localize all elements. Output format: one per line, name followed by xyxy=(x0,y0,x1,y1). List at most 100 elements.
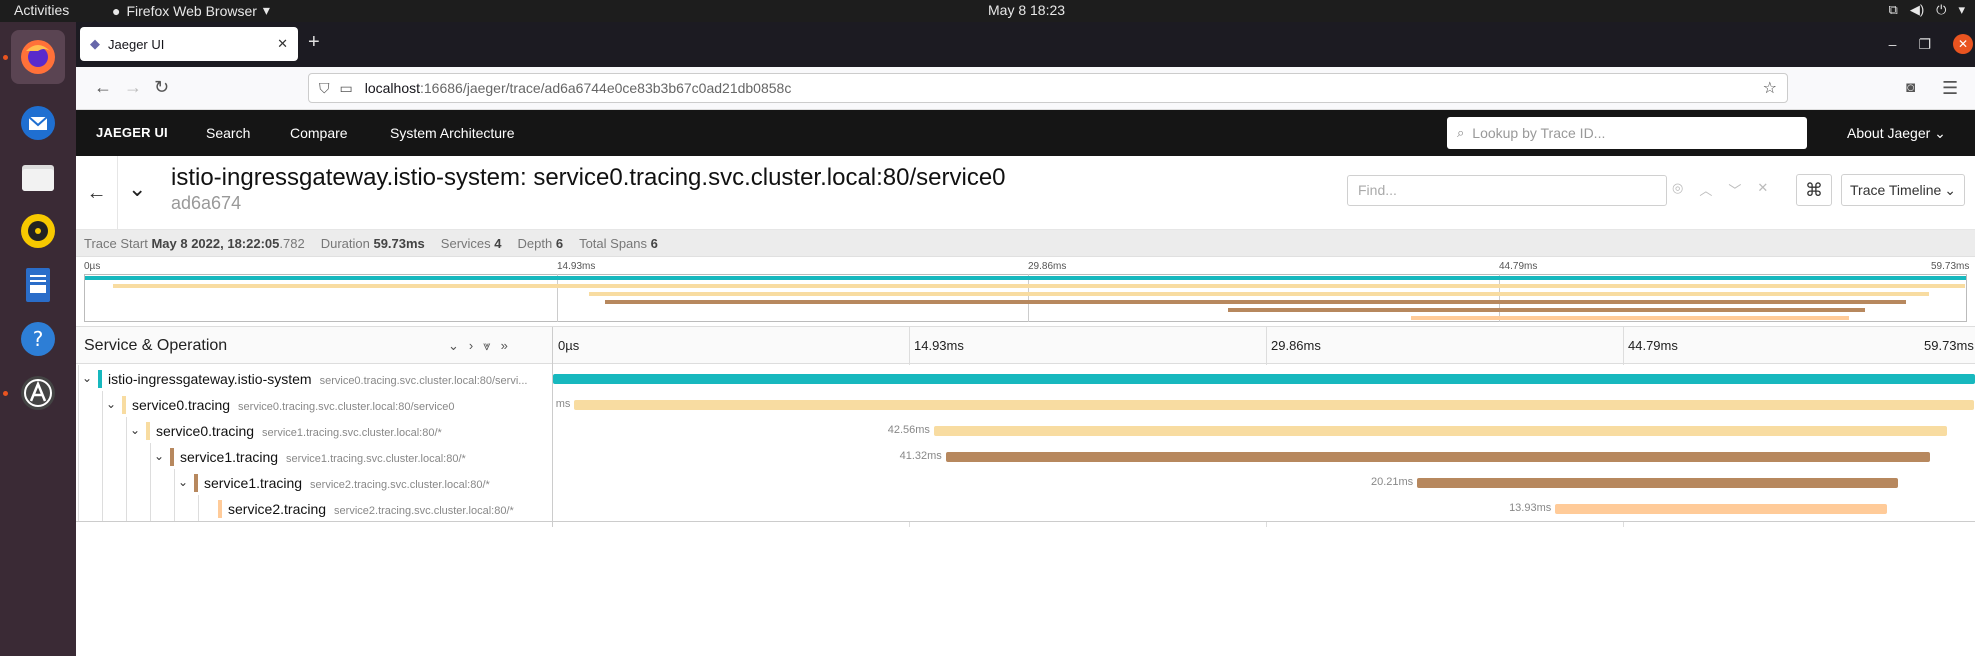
span-row[interactable]: ⌄ service1.tracing service2.tracing.svc.cl… xyxy=(76,469,1975,497)
about-label: About Jaeger xyxy=(1847,125,1931,141)
span-label[interactable]: service0.tracing service1.tracing.svc.clu… xyxy=(156,423,442,439)
timeline-tick: 14.93ms xyxy=(914,338,964,353)
chevron-down-icon: ▾ xyxy=(262,2,270,18)
collapse-all-icon[interactable]: » xyxy=(501,338,508,354)
trace-id-lookup-input[interactable]: ⌕ Lookup by Trace ID... xyxy=(1447,117,1807,149)
activities-button[interactable]: Activities xyxy=(14,2,69,18)
expand-all-icon[interactable]: ⩔ xyxy=(483,338,490,354)
span-bar[interactable] xyxy=(933,426,1948,436)
span-label[interactable]: service2.tracing service2.tracing.svc.clu… xyxy=(228,501,514,517)
forward-icon[interactable]: → xyxy=(124,77,142,98)
collapse-one-icon[interactable]: ⌄ xyxy=(448,338,459,354)
expand-chevron-icon[interactable]: ⌄ xyxy=(154,449,164,463)
nav-bar: ← → ↻ ⛉ ▭ localhost:16686/jaeger/trace/a… xyxy=(76,67,1975,110)
minimize-icon[interactable]: – xyxy=(1889,36,1897,52)
minimap-tick: 59.73ms xyxy=(1931,261,1970,272)
minimap-span-bar xyxy=(1228,308,1865,312)
trace-meta: Trace Start May 8 2022, 18:22:05.782 Dur… xyxy=(76,230,1975,257)
minimap-tick: 0µs xyxy=(84,261,101,272)
expand-chevron-icon[interactable]: ⌄ xyxy=(106,397,116,411)
system-tray[interactable]: ⧉ ◀) ⏻ ▾ xyxy=(1889,2,1965,18)
jaeger-brand[interactable]: JAEGER UI xyxy=(96,125,168,140)
power-icon: ⏻ xyxy=(1936,2,1947,17)
view-mode-dropdown[interactable]: Trace Timeline ⌄ xyxy=(1841,174,1965,206)
minimap-viewport[interactable] xyxy=(84,274,1967,322)
menu-icon[interactable]: ☰ xyxy=(1942,78,1958,99)
span-label[interactable]: service1.tracing service2.tracing.svc.clu… xyxy=(204,475,490,491)
span-label[interactable]: istio-ingressgateway.istio-system service… xyxy=(108,371,527,387)
expand-chevron-icon[interactable]: ⌄ xyxy=(82,371,92,385)
url-bar[interactable]: ⛉ ▭ localhost:16686/jaeger/trace/ad6a674… xyxy=(308,73,1788,103)
span-bar[interactable] xyxy=(1417,478,1899,488)
span-row[interactable]: ⌄ service0.tracing service0.tracing.svc.cl… xyxy=(76,391,1975,419)
trace-title: istio-ingressgateway.istio-system: servi… xyxy=(171,164,1006,191)
expand-one-icon[interactable]: › xyxy=(469,338,473,354)
span-row[interactable]: ⌄ service1.tracing service1.tracing.svc.cl… xyxy=(76,443,1975,471)
writer-dock-icon[interactable] xyxy=(11,258,65,312)
span-operation: service2.tracing.svc.cluster.local:80/* xyxy=(310,479,490,491)
span-operation: service0.tracing.svc.cluster.local:80/se… xyxy=(238,401,455,413)
span-bar[interactable] xyxy=(553,374,1975,384)
span-row[interactable]: service2.tracing service2.tracing.svc.clu… xyxy=(76,495,1975,523)
minimap-tick: 44.79ms xyxy=(1499,261,1538,272)
span-bar[interactable] xyxy=(945,452,1930,462)
find-input[interactable]: Find... xyxy=(1347,175,1667,206)
trace-minimap[interactable]: 0µs 14.93ms 29.86ms 44.79ms 59.73ms xyxy=(76,257,1975,327)
minimap-span-bar xyxy=(113,284,1966,288)
url-host: localhost xyxy=(364,80,420,96)
span-label[interactable]: service0.tracing service0.tracing.svc.clu… xyxy=(132,397,454,413)
clock[interactable]: May 8 18:23 xyxy=(988,2,1065,18)
locate-icon[interactable]: ◎ xyxy=(1672,180,1683,199)
span-label[interactable]: service1.tracing service1.tracing.svc.clu… xyxy=(180,449,466,465)
tab-jaeger[interactable]: ◆ Jaeger UI ✕ xyxy=(80,27,298,61)
span-row[interactable]: ⌄ istio-ingressgateway.istio-system servic… xyxy=(76,365,1975,393)
back-arrow-icon[interactable]: ← xyxy=(76,156,118,230)
close-tab-icon[interactable]: ✕ xyxy=(277,36,288,52)
view-mode-label: Trace Timeline xyxy=(1850,182,1942,198)
about-jaeger-menu[interactable]: About Jaeger ⌄ xyxy=(1847,125,1946,142)
span-row[interactable]: ⌄ service0.tracing service1.tracing.svc.cl… xyxy=(76,417,1975,445)
span-duration-label: 41.32ms xyxy=(899,450,942,462)
nav-search[interactable]: Search xyxy=(206,125,250,141)
new-tab-button[interactable]: + xyxy=(308,31,320,54)
span-service: service0.tracing xyxy=(132,397,231,413)
timeline-tick: 59.73ms xyxy=(1924,338,1974,353)
help-dock-icon[interactable]: ? xyxy=(11,312,65,366)
expand-chevron-icon[interactable]: ⌄ xyxy=(130,423,140,437)
nav-system-architecture[interactable]: System Architecture xyxy=(390,125,515,141)
tab-bar: ◆ Jaeger UI ✕ + – ❐ ✕ xyxy=(76,22,1975,67)
nav-compare[interactable]: Compare xyxy=(290,125,348,141)
span-operation: service0.tracing.svc.cluster.local:80/se… xyxy=(319,375,528,387)
reload-icon[interactable]: ↻ xyxy=(154,77,169,98)
software-updater-dock-icon[interactable] xyxy=(11,366,65,420)
firefox-dock-icon[interactable] xyxy=(11,30,65,84)
back-icon[interactable]: ← xyxy=(94,77,112,98)
pocket-icon[interactable]: ◙ xyxy=(1906,79,1915,96)
files-dock-icon[interactable] xyxy=(11,150,65,204)
service-color-marker xyxy=(170,448,174,466)
clear-find-icon[interactable]: ✕ xyxy=(1757,180,1768,199)
span-service: service2.tracing xyxy=(228,501,327,517)
app-menu[interactable]: ● Firefox Web Browser ▾ xyxy=(112,2,270,19)
close-window-icon[interactable]: ✕ xyxy=(1953,34,1973,54)
next-match-icon[interactable]: ﹀ xyxy=(1728,180,1741,199)
restore-icon[interactable]: ❐ xyxy=(1918,36,1931,53)
volume-icon: ◀) xyxy=(1909,2,1925,17)
span-operation: service1.tracing.svc.cluster.local:80/* xyxy=(286,453,466,465)
bookmark-star-icon[interactable]: ☆ xyxy=(1763,78,1777,98)
prev-match-icon[interactable]: ︿ xyxy=(1699,180,1712,199)
span-service: service1.tracing xyxy=(180,449,279,465)
collapse-chevron-icon[interactable]: ⌄ xyxy=(128,176,146,202)
span-bar[interactable] xyxy=(574,400,1975,410)
span-bar[interactable] xyxy=(1555,504,1887,514)
tree-controls: ⌄ › ⩔ » xyxy=(448,338,508,354)
minimap-tick: 14.93ms xyxy=(557,261,596,272)
window-controls: – ❐ ✕ xyxy=(1889,34,1975,54)
span-operation: service1.tracing.svc.cluster.local:80/* xyxy=(262,427,442,439)
thunderbird-dock-icon[interactable] xyxy=(11,96,65,150)
expand-chevron-icon[interactable]: ⌄ xyxy=(178,475,188,489)
keyboard-shortcuts-icon[interactable]: ⌘ xyxy=(1796,174,1832,206)
service-color-marker xyxy=(218,500,222,518)
rhythmbox-dock-icon[interactable] xyxy=(11,204,65,258)
find-controls: ◎ ︿ ﹀ ✕ xyxy=(1672,180,1768,199)
